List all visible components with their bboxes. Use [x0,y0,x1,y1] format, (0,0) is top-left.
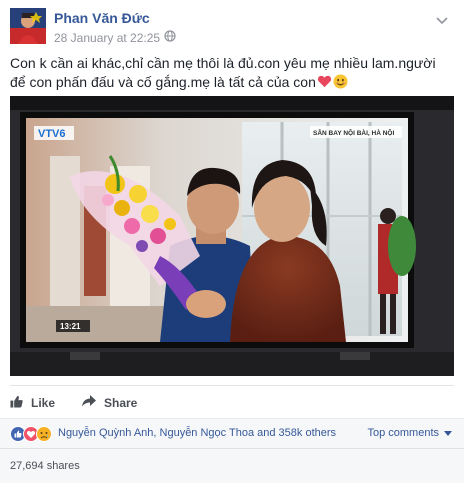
post-message: Con k cần ai khác,chỉ cần mẹ thôi là đủ.… [10,55,436,90]
chevron-down-icon[interactable] [436,12,448,30]
top-comments-dropdown[interactable]: Top comments [367,427,452,439]
sad-icon [36,426,52,442]
smile-icon [333,74,348,89]
post-actions: Like Share [10,385,454,417]
post-timestamp[interactable]: 28 January at 22:25 [54,31,160,45]
like-label: Like [31,396,56,410]
caret-down-icon [444,427,452,439]
svg-text:SÂN BAY NỘI BÀI, HÀ NỘI: SÂN BAY NỘI BÀI, HÀ NỘI [313,128,394,137]
post-text: Con k cần ai khác,chỉ cần mẹ thôi là đủ.… [10,54,450,92]
post-meta: 28 January at 22:25 [54,30,176,45]
top-comments-label: Top comments [367,427,439,439]
shares-row: 27,694 shares [0,448,464,483]
reactions-bar: Nguyễn Quỳnh Anh, Nguyễn Ngọc Thoa and 3… [0,418,464,448]
post-photo[interactable]: VTV6 SÂN BAY NỘI BÀI, HÀ NỘI 13:21 [10,96,454,376]
globe-icon[interactable] [164,30,176,45]
reaction-icons[interactable] [10,426,56,442]
share-button[interactable]: Share [82,395,137,410]
channel-logo: VTV6 [34,126,74,140]
reactions-summary[interactable]: Nguyễn Quỳnh Anh, Nguyễn Ngọc Thoa and 3… [58,427,336,439]
tv-clock: 13:21 [56,320,90,332]
share-arrow-icon [82,395,96,410]
svg-text:13:21: 13:21 [60,322,81,331]
share-label: Share [104,395,138,410]
facebook-post: Phan Văn Đức 28 January at 22:25 Con k c… [0,0,464,483]
svg-text:VTV6: VTV6 [38,128,66,140]
like-button[interactable]: Like [10,395,55,411]
shares-count[interactable]: 27,694 shares [10,460,80,472]
location-caption: SÂN BAY NỘI BÀI, HÀ NỘI [310,126,402,138]
heart-icon [317,74,332,89]
avatar[interactable] [10,8,46,44]
thumbs-up-icon [10,395,23,411]
post-header: Phan Văn Đức 28 January at 22:25 [10,8,454,48]
author-name[interactable]: Phan Văn Đức [54,10,150,26]
